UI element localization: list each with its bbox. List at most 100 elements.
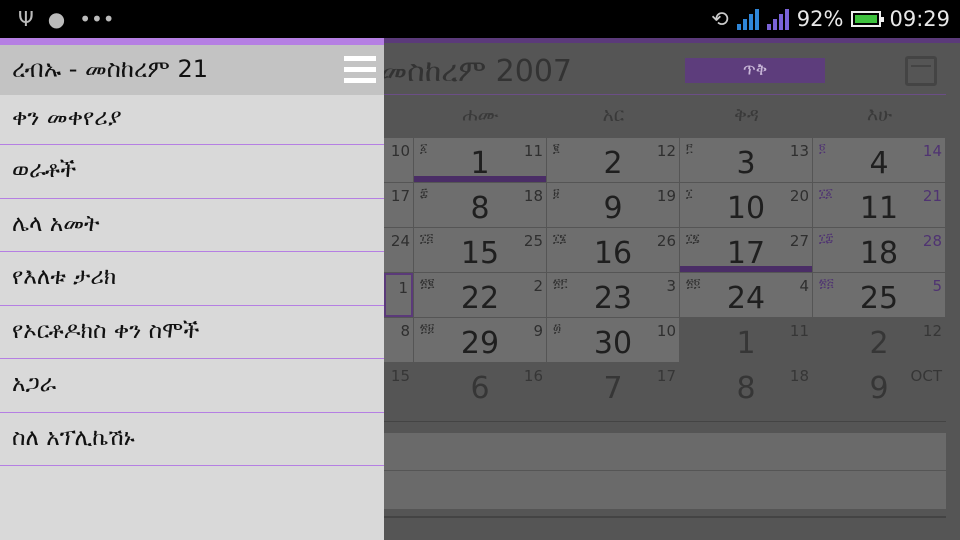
gregorian-date: 25: [523, 232, 543, 250]
signal-icon-2: [766, 8, 789, 30]
day-cell[interactable]: 2 12: [813, 318, 945, 362]
day-cell[interactable]: 6 16: [414, 363, 546, 407]
day-number: 22: [460, 281, 500, 316]
weekday-header: ሐሙ አር ቅዳ እሁ: [384, 98, 946, 132]
gregorian-date: 10: [390, 142, 410, 160]
day-cell[interactable]: ፲፮ 16 26: [547, 228, 679, 272]
gregorian-date: 17: [656, 367, 676, 385]
gregorian-date: 12: [656, 142, 676, 160]
divider: [384, 516, 946, 518]
more-icon: •••: [79, 7, 115, 31]
event-indicator: [680, 266, 812, 272]
menu-item-label: አጋራ: [12, 371, 57, 397]
day-cell[interactable]: 1 11: [680, 318, 812, 362]
day-number: 25: [859, 281, 899, 316]
day-cell[interactable]: ፴ 30 10: [547, 318, 679, 362]
calendar-week-row: 1 ፳፪ 22 2 ፳፫ 23 3 ፳፬ 24 4 ፳፭ 25 5: [384, 273, 946, 318]
notification-icons: Ψ ● •••: [18, 0, 115, 38]
day-cell[interactable]: 15: [384, 363, 413, 407]
clock: 09:29: [889, 7, 950, 31]
menu-item-orthodox-day-names[interactable]: የኦርቶዶክስ ቀን ስሞች: [0, 306, 384, 359]
day-number: 24: [726, 281, 766, 316]
battery-percent: 92%: [796, 7, 844, 31]
day-cell[interactable]: ፪ 2 12: [547, 138, 679, 182]
gregorian-date: 16: [523, 367, 543, 385]
gregorian-date: 18: [789, 367, 809, 385]
events-panel: [384, 433, 946, 509]
day-cell[interactable]: 1: [384, 273, 413, 317]
day-cell[interactable]: ፱ 9 19: [547, 183, 679, 227]
menu-item-share[interactable]: አጋራ: [0, 359, 384, 413]
drawer-accent-bar: [0, 38, 384, 45]
day-cell[interactable]: 17: [384, 183, 413, 227]
day-cell[interactable]: ፫ 3 13: [680, 138, 812, 182]
day-cell[interactable]: ፳፱ 29 9: [414, 318, 546, 362]
calendar-week-row: 15 6 16 7 17 8 18 9 OCT: [384, 363, 946, 408]
day-cell[interactable]: ፳፭ 25 5: [813, 273, 945, 317]
menu-item-other-year[interactable]: ሌላ አመት: [0, 199, 384, 252]
calendar-week-row: 8 ፳፱ 29 9 ፴ 30 10 1 11 2 12: [384, 318, 946, 363]
signal-icon-1: [736, 8, 759, 30]
menu-icon[interactable]: [344, 56, 376, 84]
gregorian-date: 3: [666, 277, 676, 295]
android-icon: ●: [47, 7, 66, 31]
day-cell[interactable]: 24: [384, 228, 413, 272]
status-bar: Ψ ● ••• ⟲ 92% 09:29: [0, 0, 960, 38]
menu-item-label: ስለ አፕሊኬሽኑ: [12, 424, 135, 451]
gregorian-date: 8: [400, 322, 410, 340]
gregorian-date: 27: [789, 232, 809, 250]
calendar-icon[interactable]: [905, 56, 937, 86]
menu-item-label: የኦርቶዶክስ ቀን ስሞች: [12, 317, 200, 344]
day-cell[interactable]: 7 17: [547, 363, 679, 407]
rotate-icon: ⟲: [711, 7, 729, 31]
header-divider: [384, 94, 946, 95]
day-number: 29: [460, 326, 500, 361]
gregorian-date: 21: [922, 187, 942, 205]
gregorian-date: 18: [523, 187, 543, 205]
day-cell[interactable]: 9 OCT: [813, 363, 945, 407]
menu-item-label: ወራቶች: [12, 157, 77, 183]
gregorian-date: 17: [390, 187, 410, 205]
gregorian-date: 2: [533, 277, 543, 295]
gregorian-date: 13: [789, 142, 809, 160]
calendar-week-row: 10 ፩ 1 11 ፪ 2 12 ፫ 3 13 ፬ 4 14: [384, 138, 946, 183]
gregorian-date: 28: [922, 232, 942, 250]
gregorian-date: 11: [789, 322, 809, 340]
menu-item-about[interactable]: ስለ አፕሊኬሽኑ: [0, 413, 384, 466]
day-number: 23: [593, 281, 633, 316]
day-cell[interactable]: ፳፫ 23 3: [547, 273, 679, 317]
gregorian-date: 5: [932, 277, 942, 295]
day-cell[interactable]: ፲፩ 11 21: [813, 183, 945, 227]
today-button[interactable]: ጥቅ: [685, 58, 825, 83]
day-cell[interactable]: ፬ 4 14: [813, 138, 945, 182]
day-cell[interactable]: ፩ 1 11: [414, 138, 546, 182]
day-cell[interactable]: ፲ 10 20: [680, 183, 812, 227]
day-cell[interactable]: ፳፪ 22 2: [414, 273, 546, 317]
day-cell[interactable]: ፲፯ 17 27: [680, 228, 812, 272]
day-cell[interactable]: 8 18: [680, 363, 812, 407]
menu-item-months[interactable]: ወራቶች: [0, 145, 384, 199]
day-cell[interactable]: 10: [384, 138, 413, 182]
usb-icon: Ψ: [18, 7, 34, 31]
day-cell[interactable]: ፳፬ 24 4: [680, 273, 812, 317]
menu-item-date-converter[interactable]: ቀን መቀየሪያ: [0, 95, 384, 145]
day-cell[interactable]: 8: [384, 318, 413, 362]
day-cell[interactable]: ፲፭ 15 25: [414, 228, 546, 272]
menu-item-history-of-day[interactable]: የእለቱ ታሪክ: [0, 252, 384, 306]
calendar-week-row: 24 ፲፭ 15 25 ፲፮ 16 26 ፲፯ 17 27 ፲፰ 18 28: [384, 228, 946, 273]
month-title: መስከረም 2007: [380, 54, 572, 89]
system-icons: ⟲ 92% 09:29: [711, 0, 950, 38]
day-cell[interactable]: ፲፰ 18 28: [813, 228, 945, 272]
gregorian-date: 4: [799, 277, 809, 295]
calendar-grid: 10 ፩ 1 11 ፪ 2 12 ፫ 3 13 ፬ 4 14 17 ፰ 8 18 ፱ 9 19 ፲ 10 20 ፲፩ 11 21 2…: [384, 138, 946, 408]
gregorian-date: 26: [656, 232, 676, 250]
menu-item-label: ቀን መቀየሪያ: [12, 105, 122, 131]
day-cell[interactable]: ፰ 8 18: [414, 183, 546, 227]
menu-item-label: ሌላ አመት: [12, 210, 100, 237]
drawer-menu: ቀን መቀየሪያ ወራቶች ሌላ አመት የእለቱ ታሪክ የኦርቶዶክስ ቀን…: [0, 95, 384, 466]
menu-item-label: የእለቱ ታሪክ: [12, 264, 117, 290]
gregorian-date: 15: [390, 367, 410, 385]
gregorian-date: OCT: [910, 367, 942, 385]
calendar-week-row: 17 ፰ 8 18 ፱ 9 19 ፲ 10 20 ፲፩ 11 21: [384, 183, 946, 228]
gregorian-date: 20: [789, 187, 809, 205]
